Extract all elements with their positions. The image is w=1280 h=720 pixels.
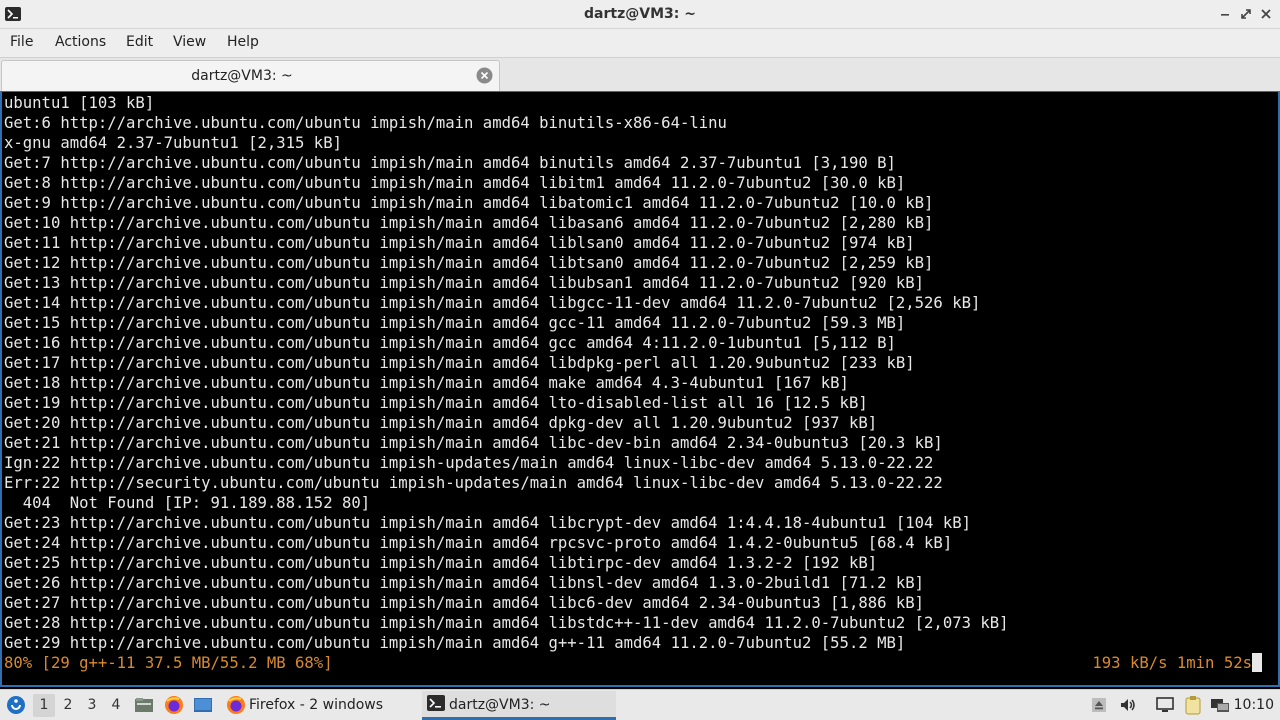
terminal-line: Get:11 http://archive.ubuntu.com/ubuntu … xyxy=(4,234,915,252)
terminal-line: Err:22 http://security.ubuntu.com/ubuntu… xyxy=(4,474,943,492)
terminal-line: Get:10 http://archive.ubuntu.com/ubuntu … xyxy=(4,214,934,232)
workspace-2[interactable]: 2 xyxy=(57,694,79,717)
firefox-icon[interactable] xyxy=(164,695,184,715)
terminal-line: Get:14 http://archive.ubuntu.com/ubuntu … xyxy=(4,294,981,312)
menu-edit[interactable]: Edit xyxy=(126,34,153,50)
task-terminal[interactable]: dartz@VM3: ~ xyxy=(422,691,616,720)
close-icon[interactable] xyxy=(1258,6,1274,22)
volume-icon[interactable] xyxy=(1118,695,1138,715)
window-title: dartz@VM3: ~ xyxy=(584,6,696,22)
file-manager-icon[interactable] xyxy=(134,695,154,715)
terminal-line: Get:25 http://archive.ubuntu.com/ubuntu … xyxy=(4,554,878,572)
terminal-line: Get:21 http://archive.ubuntu.com/ubuntu … xyxy=(4,434,943,452)
terminal-line: Get:28 http://archive.ubuntu.com/ubuntu … xyxy=(4,614,1009,632)
terminal-line: Get:23 http://archive.ubuntu.com/ubuntu … xyxy=(4,514,971,532)
firefox-icon xyxy=(226,695,246,715)
menu-file[interactable]: File xyxy=(10,34,33,50)
terminal-line: Get:13 http://archive.ubuntu.com/ubuntu … xyxy=(4,274,925,292)
network-icon[interactable] xyxy=(1210,695,1230,715)
progress-status: 80% [29 g++-11 37.5 MB/55.2 MB 68%] xyxy=(4,654,333,672)
terminal-output[interactable]: ubuntu1 [103 kB] Get:6 http://archive.ubu… xyxy=(0,91,1280,687)
terminal-line: Get:18 http://archive.ubuntu.com/ubuntu … xyxy=(4,374,849,392)
eject-icon[interactable] xyxy=(1089,695,1109,715)
terminal-line: Get:26 http://archive.ubuntu.com/ubuntu … xyxy=(4,574,925,592)
menu-actions[interactable]: Actions xyxy=(55,34,106,50)
terminal-line: Get:29 http://archive.ubuntu.com/ubuntu … xyxy=(4,634,906,652)
clipboard-icon[interactable] xyxy=(1183,695,1203,715)
minimize-icon[interactable] xyxy=(1217,6,1233,22)
task-label: dartz@VM3: ~ xyxy=(449,697,551,713)
terminal-line: Get:24 http://archive.ubuntu.com/ubuntu … xyxy=(4,534,953,552)
start-menu-icon[interactable] xyxy=(6,695,26,715)
terminal-line: Get:16 http://archive.ubuntu.com/ubuntu … xyxy=(4,334,896,352)
terminal-line: Get:6 http://archive.ubuntu.com/ubuntu i… xyxy=(4,114,727,132)
terminal-line: ubuntu1 [103 kB] xyxy=(4,94,155,112)
terminal-lines: ubuntu1 [103 kB] Get:6 http://archive.ubu… xyxy=(4,93,1274,653)
tab-label: dartz@VM3: ~ xyxy=(191,68,293,84)
terminal-line: Get:7 http://archive.ubuntu.com/ubuntu i… xyxy=(4,154,896,172)
terminal-line: Get:12 http://archive.ubuntu.com/ubuntu … xyxy=(4,254,934,272)
tab-terminal[interactable]: dartz@VM3: ~ xyxy=(1,60,500,91)
terminal-line: Ign:22 http://archive.ubuntu.com/ubuntu … xyxy=(4,454,934,472)
terminal-line: 404 Not Found [IP: 91.189.88.152 80] xyxy=(4,494,371,512)
terminal-cursor xyxy=(1252,653,1262,672)
terminal-line: Get:27 http://archive.ubuntu.com/ubuntu … xyxy=(4,594,925,612)
tab-bar: dartz@VM3: ~ xyxy=(0,57,1280,91)
task-label: Firefox - 2 windows xyxy=(249,697,384,713)
download-speed: 193 kB/s 1min 52s xyxy=(1092,654,1252,672)
window-titlebar[interactable]: dartz@VM3: ~ xyxy=(0,0,1280,29)
terminal-line: Get:20 http://archive.ubuntu.com/ubuntu … xyxy=(4,414,878,432)
show-desktop-icon[interactable] xyxy=(193,695,213,715)
clock: 10:10 xyxy=(1233,697,1274,713)
monitor-icon[interactable] xyxy=(1155,695,1175,715)
terminal-line: Get:8 http://archive.ubuntu.com/ubuntu i… xyxy=(4,174,906,192)
menu-view[interactable]: View xyxy=(173,34,206,50)
taskbar: 1 2 3 4 Firefox - 2 windows dartz@VM3: ~… xyxy=(0,689,1280,720)
restore-icon[interactable] xyxy=(1238,6,1254,22)
terminal-line: x-gnu amd64 2.37-7ubuntu1 [2,315 kB] xyxy=(4,134,342,152)
close-circle-icon[interactable] xyxy=(476,67,493,84)
workspace-1[interactable]: 1 xyxy=(33,694,55,717)
terminal-line: Get:19 http://archive.ubuntu.com/ubuntu … xyxy=(4,394,868,412)
task-firefox[interactable]: Firefox - 2 windows xyxy=(222,691,420,720)
terminal-line: Get:9 http://archive.ubuntu.com/ubuntu i… xyxy=(4,194,934,212)
menu-help[interactable]: Help xyxy=(227,34,259,50)
workspace-3[interactable]: 3 xyxy=(81,694,103,717)
terminal-line: Get:17 http://archive.ubuntu.com/ubuntu … xyxy=(4,354,915,372)
terminal-line: Get:15 http://archive.ubuntu.com/ubuntu … xyxy=(4,314,906,332)
terminal-icon xyxy=(427,695,447,715)
workspace-4[interactable]: 4 xyxy=(105,694,127,717)
menu-bar: File Actions Edit View Help xyxy=(0,29,1280,57)
